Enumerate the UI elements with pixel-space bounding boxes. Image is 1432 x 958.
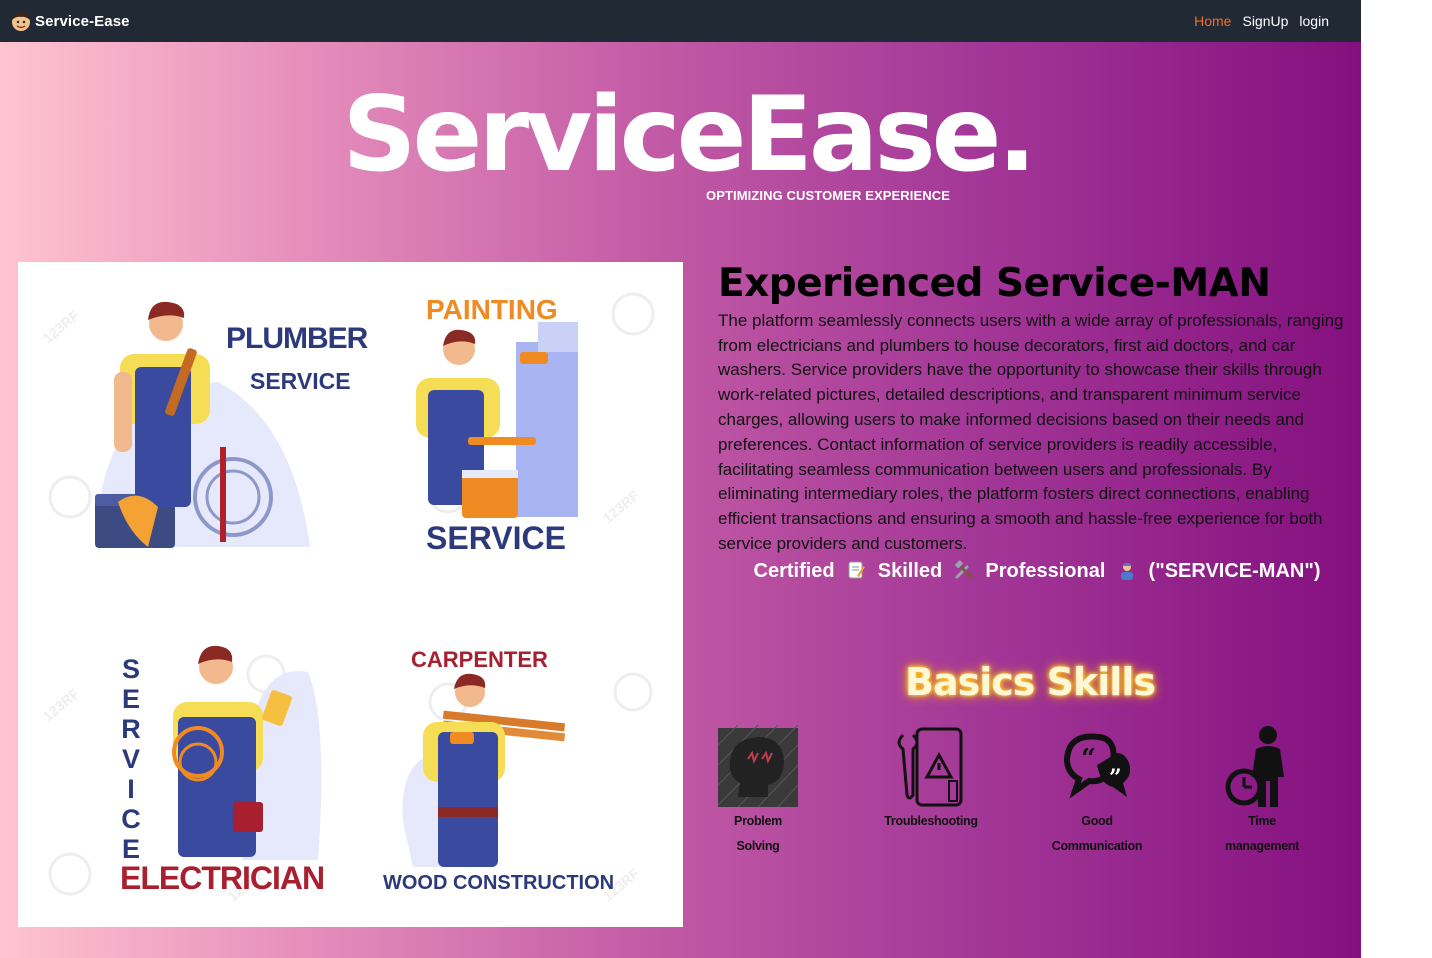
vertical-letter: R [121, 714, 141, 744]
tools-icon [954, 560, 973, 579]
skill-time-management: Time management [1202, 725, 1322, 859]
nav-signup-link[interactable]: SignUp [1242, 13, 1288, 29]
memo-icon [848, 561, 866, 579]
skills-heading: Basics Skills [905, 660, 1156, 704]
brain-icon [718, 725, 798, 807]
plumber-label: PLUMBER [226, 322, 369, 355]
skill-label-line2: Communication [1051, 839, 1143, 853]
tagline-skilled: Skilled [877, 559, 943, 582]
painting-panel: PAINTING SERVICE [416, 294, 578, 556]
watermark-text: 123RF [40, 307, 83, 347]
vertical-letter: E [122, 684, 140, 714]
nav-home-link[interactable]: Home [1194, 13, 1231, 29]
clock-person-icon [1225, 726, 1284, 807]
svg-text:“: “ [1081, 744, 1096, 774]
tagline-professional: Professional [985, 559, 1106, 582]
painting-service-label: SERVICE [426, 520, 566, 556]
carpenter-label: CARPENTER [411, 647, 548, 672]
watermark-text: 123RF [40, 685, 83, 725]
carpenter-panel: CARPENTER WOOD CONSTRUCTION [383, 647, 614, 894]
skill-label: Troubleshooting [871, 809, 991, 834]
tagline: Certified Skilled Professional ("SERVICE… [718, 560, 1348, 583]
brand[interactable]: Service-Ease [10, 10, 130, 32]
nav-links: Home SignUp login [1194, 13, 1351, 29]
skill-good-communication: “ ” Good Communication [1037, 725, 1157, 859]
about-description: The platform seamlessly connects users w… [718, 310, 1344, 554]
tagline-service-man: ("SERVICE-MAN") [1148, 559, 1321, 582]
brand-name: Service-Ease [35, 12, 130, 30]
skill-problem-solving: Problem Solving [698, 725, 818, 859]
navbar: Service-Ease Home SignUp login [0, 0, 1361, 42]
hero-subtitle: OPTIMIZING CUSTOMER EXPERIENCE [706, 188, 951, 203]
skill-label-line2: Solving [736, 839, 780, 853]
vertical-letter: C [121, 804, 141, 834]
skill-label-line2: management [1224, 839, 1300, 853]
vertical-letter: S [122, 654, 140, 684]
skill-label: Good Communication [1037, 809, 1157, 859]
plumber-service-label: SERVICE [250, 368, 351, 394]
about-title: Experienced Service-MAN [718, 261, 1271, 306]
plumber-panel: PLUMBER SERVICE [95, 301, 370, 548]
tagline-certified: Certified [753, 559, 835, 582]
painting-label: PAINTING [426, 294, 558, 325]
skill-troubleshooting: Troubleshooting [871, 725, 991, 834]
nav-login-link[interactable]: login [1299, 13, 1329, 29]
skill-label-line1: Good [1081, 814, 1113, 828]
vertical-letter: I [127, 774, 135, 804]
skill-label: Problem Solving [698, 809, 818, 859]
hero-title: ServiceEase. [342, 75, 1036, 195]
brand-logo-icon [12, 12, 30, 31]
skill-label-line1: Troubleshooting [884, 814, 978, 828]
electrician-label: ELECTRICIAN [120, 860, 324, 896]
troubleshooting-icon [897, 727, 963, 807]
vertical-letter: V [122, 744, 140, 774]
watermark-text: 123RF [600, 487, 643, 527]
svg-text:”: ” [1109, 765, 1122, 791]
skill-label-line1: Problem [734, 814, 782, 828]
wood-construction-label: WOOD CONSTRUCTION [383, 872, 614, 894]
about-section: Experienced Service-MAN The platform sea… [718, 261, 1348, 583]
electrician-panel: S E R V I C E ELECTRICIAN [120, 645, 325, 896]
skill-label: Time management [1202, 809, 1322, 859]
skill-label-line1: Time [1248, 814, 1276, 828]
services-illustration: 123RF 123RF 123RF 123RF 123RF 123RF [18, 262, 683, 927]
worker-emoji-icon [1120, 562, 1133, 580]
services-illustration-graphic: 123RF 123RF 123RF 123RF 123RF 123RF [40, 292, 655, 904]
page-background: Service-Ease Home SignUp login ServiceEa… [0, 0, 1361, 958]
chat-bubbles-icon: “ ” [1063, 733, 1131, 799]
